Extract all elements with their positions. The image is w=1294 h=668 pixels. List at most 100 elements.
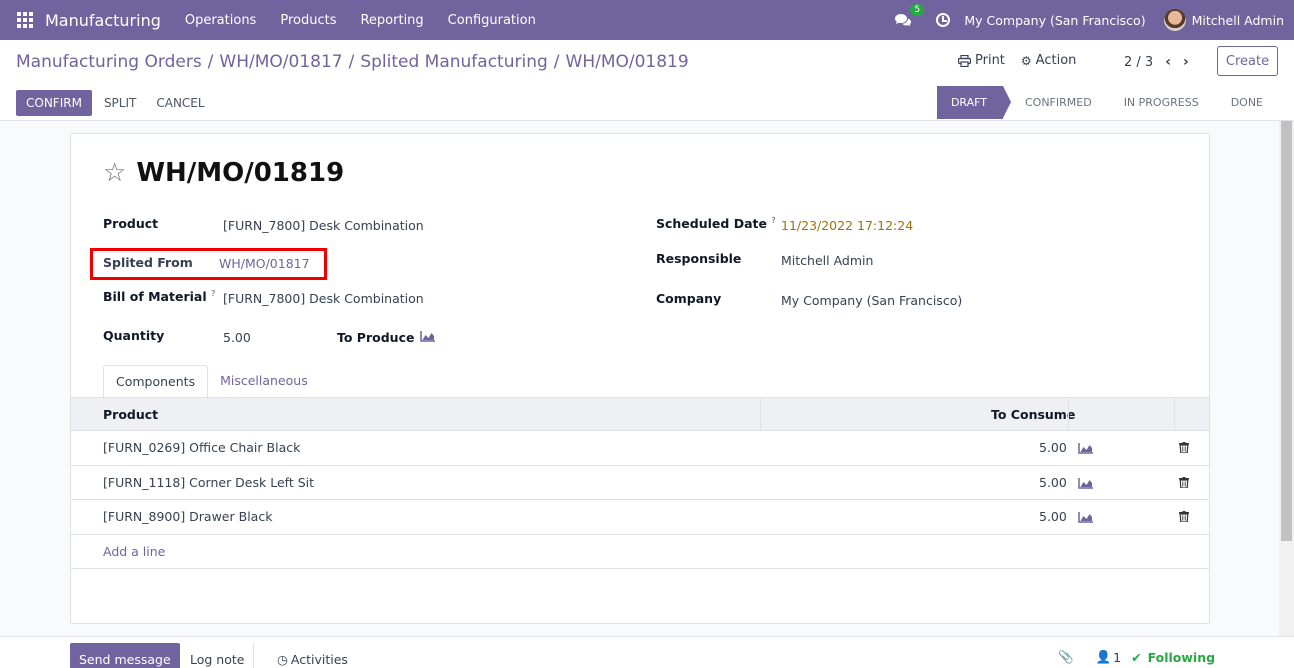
apps-grid-icon[interactable] xyxy=(17,12,33,28)
bom-label: Bill of Material ? xyxy=(103,289,215,304)
menu-operations[interactable]: Operations xyxy=(173,13,268,28)
trash-icon[interactable] xyxy=(1179,476,1189,488)
forecast-graph-icon[interactable] xyxy=(1078,512,1093,523)
trash-icon[interactable] xyxy=(1179,442,1189,453)
scrollbar-thumb[interactable] xyxy=(1281,121,1292,541)
stage-draft[interactable]: DRAFT xyxy=(936,86,1012,119)
responsible-field[interactable]: Mitchell Admin xyxy=(781,253,873,268)
row-to-consume[interactable]: 5.00 xyxy=(1039,475,1067,490)
column-divider xyxy=(1068,398,1069,431)
splited-from-link[interactable]: WH/MO/01817 xyxy=(219,256,310,271)
row-product[interactable]: [FURN_0269] Office Chair Black xyxy=(103,440,300,455)
top-navbar: Manufacturing Operations Products Report… xyxy=(0,0,1294,40)
form-action-buttons: CONFIRM SPLIT CANCEL xyxy=(16,90,215,116)
trash-icon[interactable] xyxy=(1179,511,1189,522)
scheduled-date-field[interactable]: 11/23/2022 17:12:24 xyxy=(781,218,913,233)
cancel-button[interactable]: CANCEL xyxy=(146,90,214,116)
menu-configuration[interactable]: Configuration xyxy=(436,13,548,28)
breadcrumb-separator: / xyxy=(348,52,355,72)
page-scrollbar[interactable] xyxy=(1279,121,1294,668)
following-button[interactable]: Following xyxy=(1148,650,1215,665)
splited-from-label: Splited From xyxy=(103,255,193,270)
table-row[interactable]: [FURN_8900] Drawer Black 5.00 xyxy=(71,500,1209,535)
bom-label-text: Bill of Material xyxy=(103,289,207,305)
record-title: WH/MO/01819 xyxy=(136,158,345,188)
chevron-left-icon[interactable]: ‹ xyxy=(1165,54,1171,70)
star-icon[interactable]: ☆ xyxy=(103,160,126,186)
bom-field[interactable]: [FURN_7800] Desk Combination xyxy=(223,291,424,306)
chevron-right-icon[interactable]: › xyxy=(1183,54,1189,70)
tab-components[interactable]: Components xyxy=(103,365,209,398)
breadcrumb-item-splited-manufacturing[interactable]: Splited Manufacturing xyxy=(360,52,547,72)
menu-products[interactable]: Products xyxy=(268,13,348,28)
clock-icon: ◷ xyxy=(277,651,288,667)
quantity-field[interactable]: 5.00 xyxy=(223,330,251,345)
breadcrumb: Manufacturing Orders / WH/MO/01817/Splited… xyxy=(16,52,689,72)
action-menus: Print ⚙ Action xyxy=(958,53,1092,68)
add-line-link[interactable]: Add a line xyxy=(103,544,165,559)
activities-label: Activities xyxy=(290,651,348,667)
table-row[interactable]: [FURN_0269] Office Chair Black 5.00 xyxy=(71,431,1209,466)
navbar-systray: 5 My Company (San Francisco) Mitchell Ad… xyxy=(894,0,1294,40)
forecast-graph-icon[interactable] xyxy=(420,331,435,342)
app-name[interactable]: Manufacturing xyxy=(45,11,161,30)
form-sheet: ☆ WH/MO/01819 Product [FURN_7800] Desk C… xyxy=(70,133,1210,624)
pager-value[interactable]: 2 / 3 xyxy=(1124,55,1153,70)
user-avatar[interactable] xyxy=(1163,9,1186,31)
stage-done[interactable]: DONE xyxy=(1215,86,1279,119)
table-header: Product To Consume xyxy=(71,397,1209,431)
chatter-topbar-right: 📎 👤 1 ✔ Following xyxy=(1058,649,1215,665)
create-button[interactable]: Create xyxy=(1217,46,1278,76)
quantity-label: Quantity xyxy=(103,328,165,343)
header-to-consume[interactable]: To Consume xyxy=(991,407,1075,422)
messaging-menu[interactable]: 5 xyxy=(894,4,925,30)
action-label: Action xyxy=(1035,53,1077,68)
breadcrumb-current: WH/MO/01819 xyxy=(565,52,689,72)
forecast-graph-icon[interactable] xyxy=(1078,443,1093,454)
paperclip-icon[interactable]: 📎 xyxy=(1058,649,1074,665)
followers-icon[interactable]: 👤 xyxy=(1096,649,1112,665)
chatter-bar: Send message Log note ◷ Activities 📎 👤 1… xyxy=(0,636,1294,668)
table-row[interactable]: [FURN_1118] Corner Desk Left Sit 5.00 xyxy=(71,466,1209,500)
followers-count[interactable]: 1 xyxy=(1113,650,1121,665)
chat-count-badge: 5 xyxy=(910,4,925,16)
send-message-button[interactable]: Send message xyxy=(70,643,180,668)
print-button[interactable]: Print xyxy=(958,53,1005,68)
bom-help-icon[interactable]: ? xyxy=(211,289,215,298)
breadcrumb-item-wh-mo-01817[interactable]: WH/MO/01817 xyxy=(219,52,342,72)
activities-button[interactable]: ◷ Activities xyxy=(268,643,357,668)
check-icon: ✔ xyxy=(1131,649,1142,665)
column-divider xyxy=(760,398,761,431)
row-product[interactable]: [FURN_1118] Corner Desk Left Sit xyxy=(103,475,314,490)
product-label: Product xyxy=(103,216,159,231)
responsible-label: Responsible xyxy=(656,251,742,266)
confirm-button[interactable]: CONFIRM xyxy=(16,90,92,116)
title-row: ☆ WH/MO/01819 xyxy=(103,158,344,188)
main-menu: Operations Products Reporting Configurat… xyxy=(173,13,548,28)
control-panel: Manufacturing Orders / WH/MO/01817/Splited… xyxy=(0,40,1294,121)
status-bar: DRAFT CONFIRMED IN PROGRESS DONE xyxy=(936,86,1279,119)
tab-miscellaneous[interactable]: Miscellaneous xyxy=(208,365,320,398)
log-note-button[interactable]: Log note xyxy=(181,643,255,668)
row-to-consume[interactable]: 5.00 xyxy=(1039,440,1067,455)
company-switcher[interactable]: My Company (San Francisco) xyxy=(964,13,1145,28)
company-field[interactable]: My Company (San Francisco) xyxy=(781,293,962,308)
stage-in-progress[interactable]: IN PROGRESS xyxy=(1108,86,1215,119)
action-button[interactable]: ⚙ Action xyxy=(1021,53,1076,68)
activity-clock-icon[interactable] xyxy=(936,13,951,27)
company-label: Company xyxy=(656,291,722,306)
header-product[interactable]: Product xyxy=(103,407,158,422)
print-icon xyxy=(958,54,971,67)
split-button[interactable]: SPLIT xyxy=(94,90,146,116)
product-field[interactable]: [FURN_7800] Desk Combination xyxy=(223,218,424,233)
row-to-consume[interactable]: 5.00 xyxy=(1039,509,1067,524)
row-product[interactable]: [FURN_8900] Drawer Black xyxy=(103,509,272,524)
notebook-tabs: Components Miscellaneous xyxy=(103,365,320,398)
user-menu[interactable]: Mitchell Admin xyxy=(1192,13,1284,28)
scheduled-help-icon[interactable]: ? xyxy=(771,216,775,225)
breadcrumb-item-manufacturing-orders[interactable]: Manufacturing Orders xyxy=(16,52,202,72)
breadcrumb-separator: / xyxy=(553,52,560,72)
stage-confirmed[interactable]: CONFIRMED xyxy=(1003,86,1108,119)
forecast-graph-icon[interactable] xyxy=(1078,477,1093,489)
menu-reporting[interactable]: Reporting xyxy=(348,13,435,28)
